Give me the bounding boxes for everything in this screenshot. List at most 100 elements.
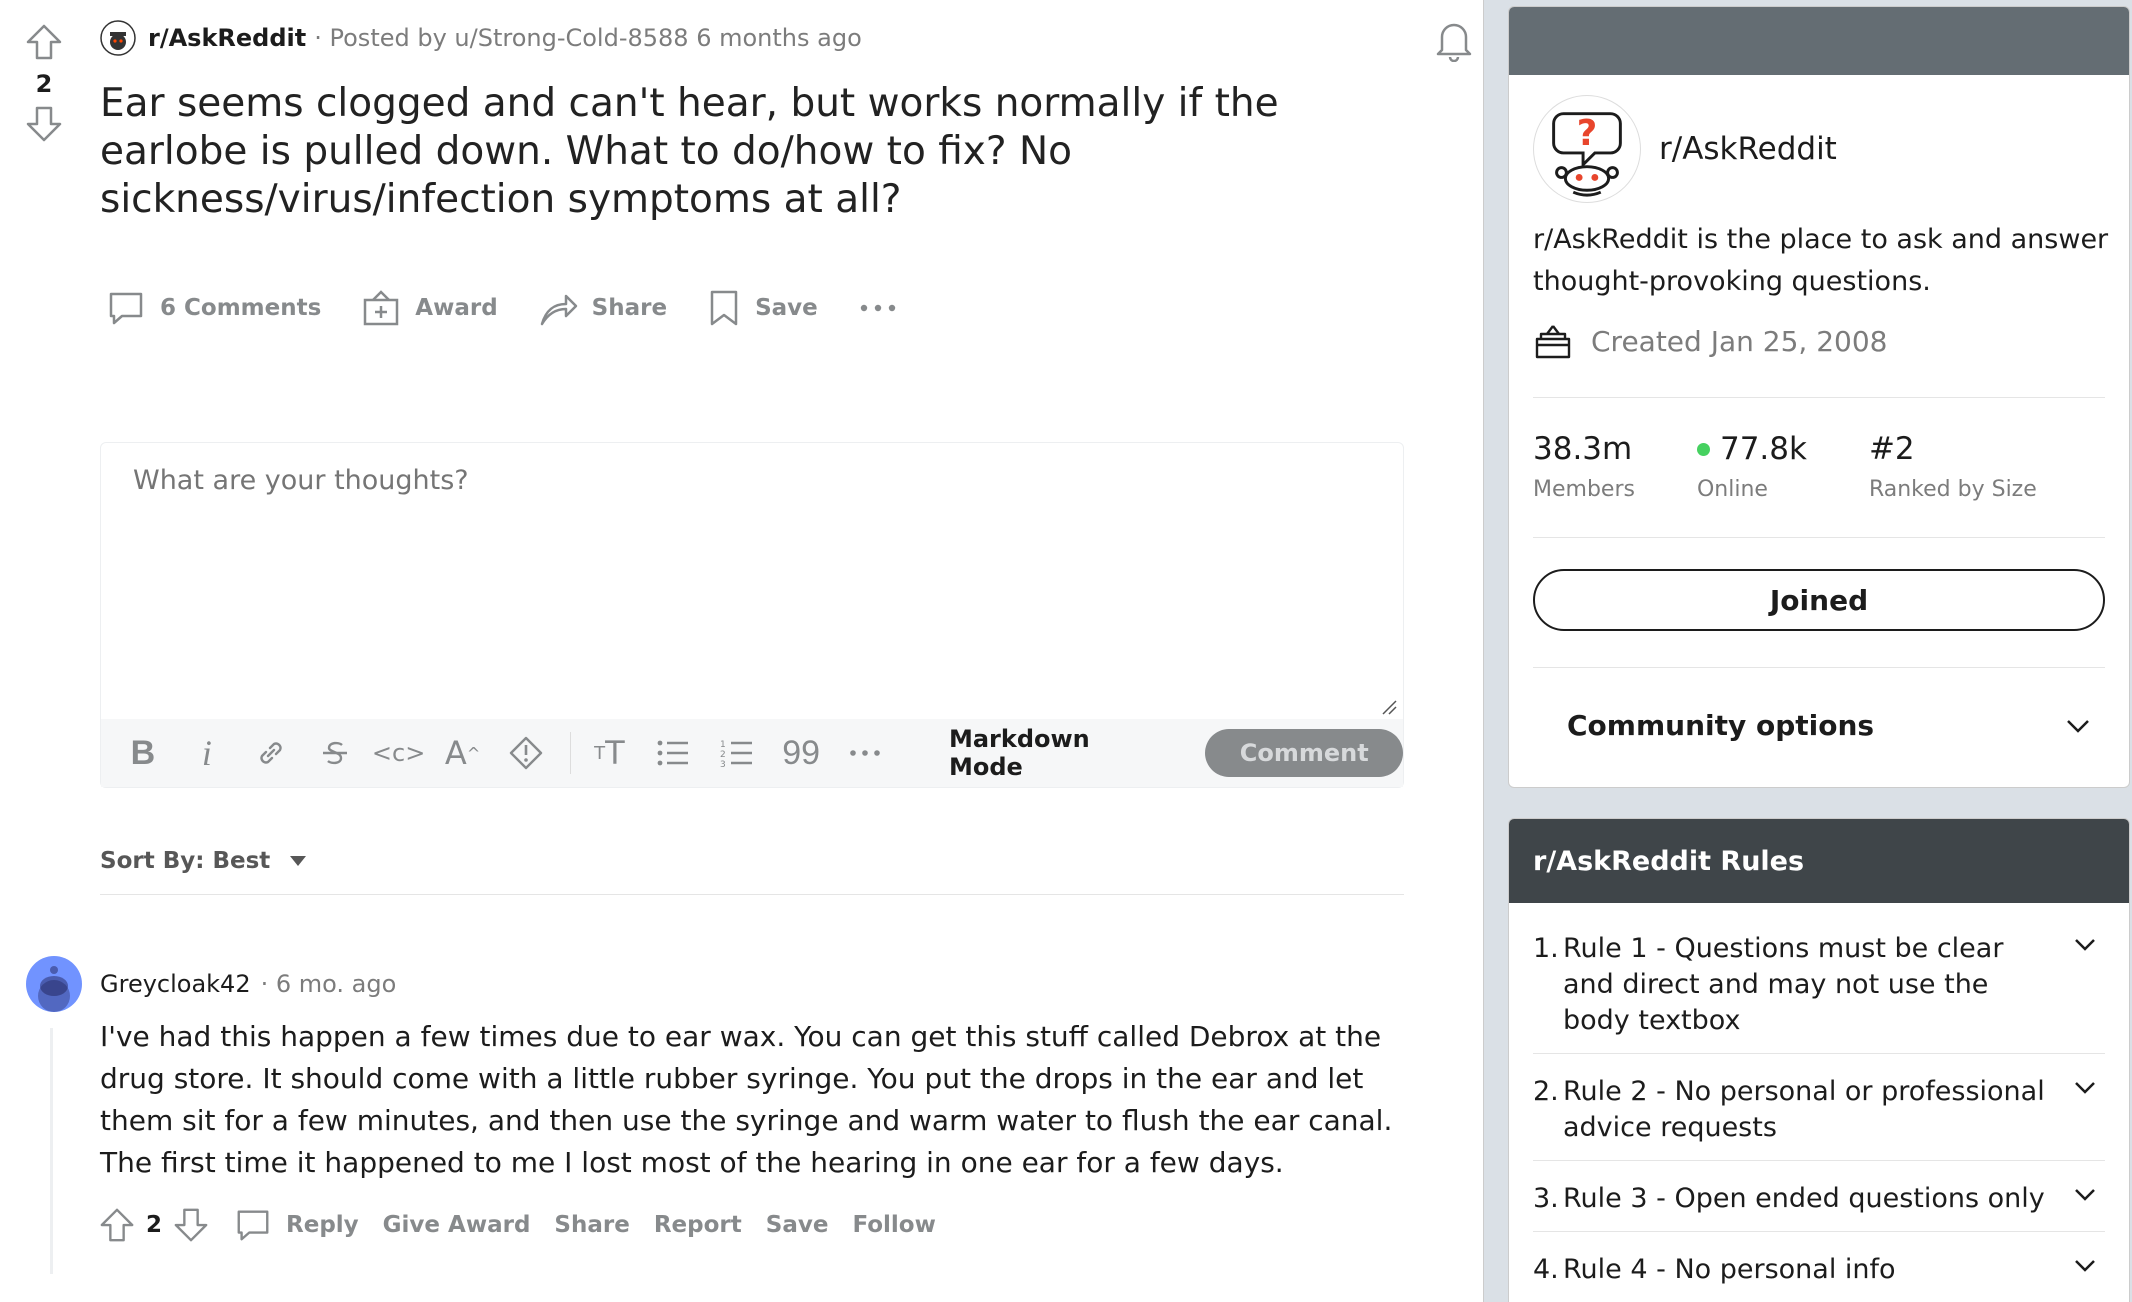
joined-button[interactable]: Joined	[1533, 569, 2105, 631]
comment-body: I've had this happen a few times due to …	[100, 1020, 1393, 1179]
about-description: r/AskReddit is the place to ask and answ…	[1533, 224, 2109, 297]
about-divider-2	[1533, 537, 2105, 538]
numbered-list-icon[interactable]: 123	[717, 733, 757, 773]
subreddit-link[interactable]: r/AskReddit	[148, 24, 306, 52]
comment-icon	[109, 292, 143, 325]
comment-save-button[interactable]: Save	[766, 1212, 829, 1238]
comment-author[interactable]: Greycloak42	[100, 970, 251, 998]
cake-icon	[1535, 325, 1571, 359]
comment-input[interactable]	[101, 443, 1403, 719]
svg-text:2: 2	[720, 750, 726, 760]
follow-button[interactable]: Follow	[852, 1212, 935, 1238]
give-award-button[interactable]: Give Award	[383, 1212, 531, 1238]
stat-rank-value: #2	[1868, 431, 1915, 467]
comment-time[interactable]: · 6 mo. ago	[261, 970, 397, 998]
posted-by-text[interactable]: · Posted by u/Strong-Cold-8588 6 months …	[314, 24, 862, 52]
heading-icon[interactable]: TT	[589, 733, 629, 773]
markdown-mode-button[interactable]: Markdown Mode	[949, 725, 1171, 781]
comment-upvote-icon[interactable]	[98, 1206, 136, 1244]
caret-down-icon	[290, 856, 307, 866]
rule-item[interactable]: 3. Rule 3 - Open ended questions only	[1533, 1161, 2105, 1232]
bold-icon[interactable]: B	[123, 733, 163, 773]
rule-text: Rule 3 - Open ended questions only	[1563, 1183, 2045, 1214]
bulleted-list-icon[interactable]	[653, 733, 693, 773]
post-meta: r/AskReddit · Posted by u/Strong-Cold-85…	[100, 20, 862, 56]
save-label: Save	[755, 295, 818, 321]
rule-number: 1.	[1533, 933, 1559, 964]
comment-composer: B i <c> A^ TT 123 99	[100, 442, 1404, 788]
sidebar: ? r/AskReddit r/AskReddit is the place t…	[1508, 6, 2130, 1302]
about-divider-3	[1533, 667, 2105, 668]
more-formatting-icon[interactable]	[845, 733, 885, 773]
sort-divider	[100, 894, 1404, 895]
sort-label: Sort By: Best	[100, 848, 271, 874]
rule-item[interactable]: 1. Rule 1 - Questions must be clear and …	[1533, 911, 2105, 1054]
rule-number: 3.	[1533, 1183, 1559, 1214]
reply-icon	[237, 1210, 269, 1241]
bell-icon[interactable]	[1434, 18, 1474, 62]
chevron-down-icon	[2067, 719, 2089, 733]
askreddit-logo-icon[interactable]: ?	[1533, 95, 1641, 203]
toolbar-divider	[570, 732, 572, 774]
created-text: Created Jan 25, 2008	[1591, 324, 1888, 358]
reply-button[interactable]: Reply	[234, 1206, 359, 1244]
sort-dropdown[interactable]: Sort By: Best	[100, 848, 308, 874]
community-options-label: Community options	[1567, 709, 1875, 742]
comments-button[interactable]: 6 Comments	[106, 288, 321, 328]
report-button[interactable]: Report	[654, 1212, 742, 1238]
post-actions: 6 Comments Award Share Save	[106, 288, 898, 328]
inline-code-icon[interactable]: <c>	[372, 733, 425, 773]
subreddit-avatar-icon[interactable]	[100, 20, 136, 56]
rules-card: r/AskReddit Rules 1. Rule 1 - Questions …	[1508, 818, 2130, 1302]
rule-number: 4.	[1533, 1254, 1559, 1285]
link-icon[interactable]	[251, 733, 291, 773]
strikethrough-icon[interactable]	[315, 733, 355, 773]
rule-text: Rule 4 - No personal info	[1563, 1254, 1896, 1285]
superscript-icon[interactable]: A ^	[443, 733, 483, 773]
share-icon	[540, 294, 577, 326]
about-community-card: ? r/AskReddit r/AskReddit is the place t…	[1508, 6, 2130, 788]
comment-submit-button[interactable]: Comment	[1205, 729, 1403, 777]
online-dot-icon	[1696, 442, 1710, 456]
comment-avatar[interactable]	[26, 956, 82, 1012]
chevron-down-icon	[2075, 1189, 2095, 1201]
more-options-button[interactable]	[858, 302, 898, 314]
rule-item[interactable]: 2. Rule 2 - No personal or professional …	[1533, 1054, 2105, 1161]
comment-actions: 2 Reply Give Award Share Report Save Fol…	[98, 1206, 936, 1244]
reply-label: Reply	[286, 1212, 359, 1238]
rule-item[interactable]: 4. Rule 4 - No personal info	[1533, 1232, 2105, 1302]
comment-downvote-icon[interactable]	[172, 1206, 210, 1244]
share-label: Share	[591, 295, 668, 321]
rule-text: Rule 2 - No personal or professional adv…	[1563, 1076, 2045, 1143]
thread-line[interactable]	[50, 1028, 53, 1274]
comment-header: Greycloak42 · 6 mo. ago	[100, 970, 396, 998]
stat-members-value: 38.3m	[1533, 431, 1633, 467]
comment-vote-count: 2	[146, 1212, 163, 1238]
about-banner	[1509, 7, 2129, 75]
chevron-down-icon	[2075, 939, 2095, 951]
award-button[interactable]: Award	[361, 288, 498, 328]
stat-members-label: Members	[1533, 477, 1635, 502]
save-button[interactable]: Save	[707, 288, 818, 328]
comment-share-button[interactable]: Share	[554, 1212, 629, 1238]
about-header: ? r/AskReddit	[1533, 95, 1837, 203]
stat-online-value-row: 77.8k	[1696, 431, 1807, 467]
community-options-toggle[interactable]: Community options	[1567, 709, 2091, 742]
composer-toolbar: B i <c> A ^ TT 123 99 Markdown Mode Comm…	[101, 719, 1403, 787]
quote-block-icon[interactable]: 99	[781, 733, 821, 773]
spoiler-icon[interactable]	[507, 733, 547, 773]
resize-grip-icon[interactable]	[1381, 699, 1397, 715]
share-button[interactable]: Share	[538, 288, 667, 328]
stat-online-label: Online	[1696, 477, 1768, 502]
post-card: 2 r/AskReddit · Posted by u/Strong-Cold-…	[0, 0, 1484, 1302]
stat-rank-label: Ranked by Size	[1868, 477, 2037, 502]
award-label: Award	[415, 295, 498, 321]
rules-title: r/AskReddit Rules	[1509, 819, 2129, 903]
italic-icon[interactable]: i	[187, 733, 227, 773]
post-title: Ear seems clogged and can't hear, but wo…	[100, 81, 1279, 222]
about-subreddit-name[interactable]: r/AskReddit	[1659, 131, 1837, 167]
chevron-down-icon	[2075, 1260, 2095, 1272]
upvote-icon[interactable]	[24, 22, 64, 62]
downvote-icon[interactable]	[24, 104, 64, 144]
svg-text:3: 3	[720, 760, 726, 768]
